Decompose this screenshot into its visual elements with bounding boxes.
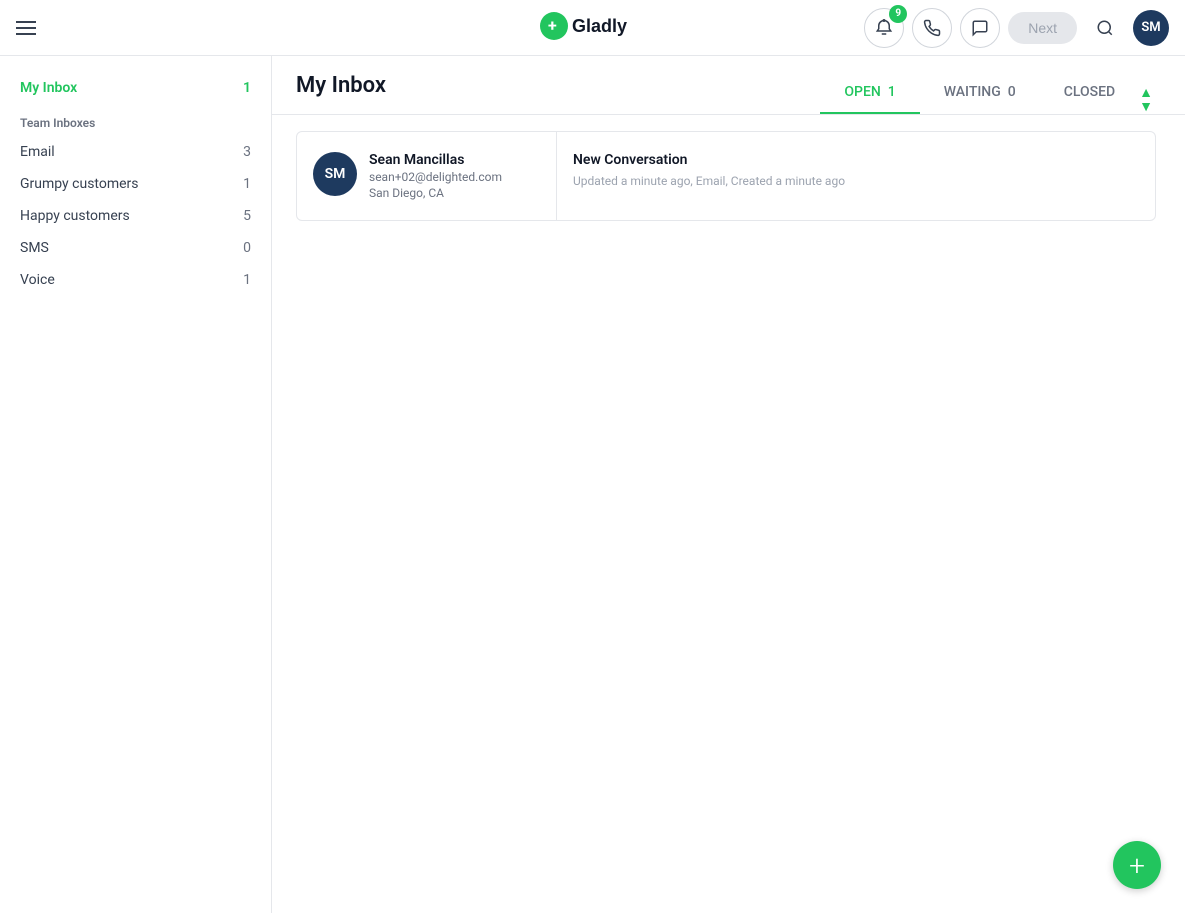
team-inboxes-title: Team Inboxes xyxy=(0,104,271,136)
phone-button[interactable] xyxy=(912,8,952,48)
svg-text:Gladly: Gladly xyxy=(572,16,627,36)
fab-new-conversation[interactable]: + xyxy=(1113,841,1161,889)
notification-badge: 9 xyxy=(889,5,907,23)
content-header: My Inbox OPEN 1 WAITING 0 CLOSED ▲ ▼ xyxy=(272,56,1185,115)
logo: + Gladly xyxy=(538,10,648,46)
nav-left xyxy=(16,21,36,35)
sidebar-item-my-inbox[interactable]: My Inbox 1 xyxy=(0,72,271,104)
sidebar-item-grumpy-count: 1 xyxy=(243,176,251,192)
sidebar-item-sms-count: 0 xyxy=(243,240,251,256)
sidebar-item-voice-count: 1 xyxy=(243,272,251,288)
conv-contact: SM Sean Mancillas sean+02@delighted.com … xyxy=(297,132,557,220)
conv-meta: Updated a minute ago, Email, Created a m… xyxy=(573,174,1139,188)
conv-subject: New Conversation xyxy=(573,152,1139,168)
topnav: + Gladly 9 Next xyxy=(0,0,1185,56)
sidebar-item-grumpy-label: Grumpy customers xyxy=(20,176,139,192)
conv-info: Sean Mancillas sean+02@delighted.com San… xyxy=(369,152,502,200)
sort-down-icon: ▼ xyxy=(1139,100,1153,114)
conv-name: Sean Mancillas xyxy=(369,152,502,168)
conversation-card[interactable]: SM Sean Mancillas sean+02@delighted.com … xyxy=(296,131,1156,221)
tab-closed[interactable]: CLOSED xyxy=(1040,72,1139,114)
conversation-list: SM Sean Mancillas sean+02@delighted.com … xyxy=(272,115,1185,913)
sidebar: My Inbox 1 Team Inboxes Email 3 Grumpy c… xyxy=(0,56,272,913)
my-inbox-count: 1 xyxy=(243,80,251,96)
sidebar-item-happy-customers[interactable]: Happy customers 5 xyxy=(0,200,271,232)
sidebar-item-email[interactable]: Email 3 xyxy=(0,136,271,168)
sidebar-item-email-label: Email xyxy=(20,144,55,160)
sidebar-item-sms[interactable]: SMS 0 xyxy=(0,232,271,264)
menu-icon[interactable] xyxy=(16,21,36,35)
tabs-row: OPEN 1 WAITING 0 CLOSED xyxy=(820,72,1139,114)
conv-email: sean+02@delighted.com xyxy=(369,170,502,184)
header-right: OPEN 1 WAITING 0 CLOSED ▲ ▼ xyxy=(820,72,1161,114)
sort-arrows[interactable]: ▲ ▼ xyxy=(1139,86,1161,114)
sidebar-item-happy-count: 5 xyxy=(243,208,251,224)
tab-waiting[interactable]: WAITING 0 xyxy=(920,72,1040,114)
sidebar-item-voice[interactable]: Voice 1 xyxy=(0,264,271,296)
conv-location: San Diego, CA xyxy=(369,186,502,200)
nav-right: 9 Next SM xyxy=(864,8,1169,48)
notifications-button[interactable]: 9 xyxy=(864,8,904,48)
main-layout: My Inbox 1 Team Inboxes Email 3 Grumpy c… xyxy=(0,56,1185,913)
page-title: My Inbox xyxy=(296,73,386,114)
sort-up-icon: ▲ xyxy=(1139,86,1153,100)
sidebar-item-grumpy-customers[interactable]: Grumpy customers 1 xyxy=(0,168,271,200)
conv-avatar: SM xyxy=(313,152,357,196)
sidebar-item-sms-label: SMS xyxy=(20,240,49,256)
next-button[interactable]: Next xyxy=(1008,12,1077,44)
svg-text:+: + xyxy=(548,16,557,35)
chat-button[interactable] xyxy=(960,8,1000,48)
sidebar-item-email-count: 3 xyxy=(243,144,251,160)
conv-details: New Conversation Updated a minute ago, E… xyxy=(557,132,1155,220)
sidebar-item-voice-label: Voice xyxy=(20,272,55,288)
content-area: My Inbox OPEN 1 WAITING 0 CLOSED ▲ ▼ SM xyxy=(272,56,1185,913)
search-button[interactable] xyxy=(1085,8,1125,48)
user-avatar[interactable]: SM xyxy=(1133,10,1169,46)
tab-open[interactable]: OPEN 1 xyxy=(820,72,919,114)
my-inbox-label: My Inbox xyxy=(20,80,77,96)
sidebar-item-happy-label: Happy customers xyxy=(20,208,130,224)
